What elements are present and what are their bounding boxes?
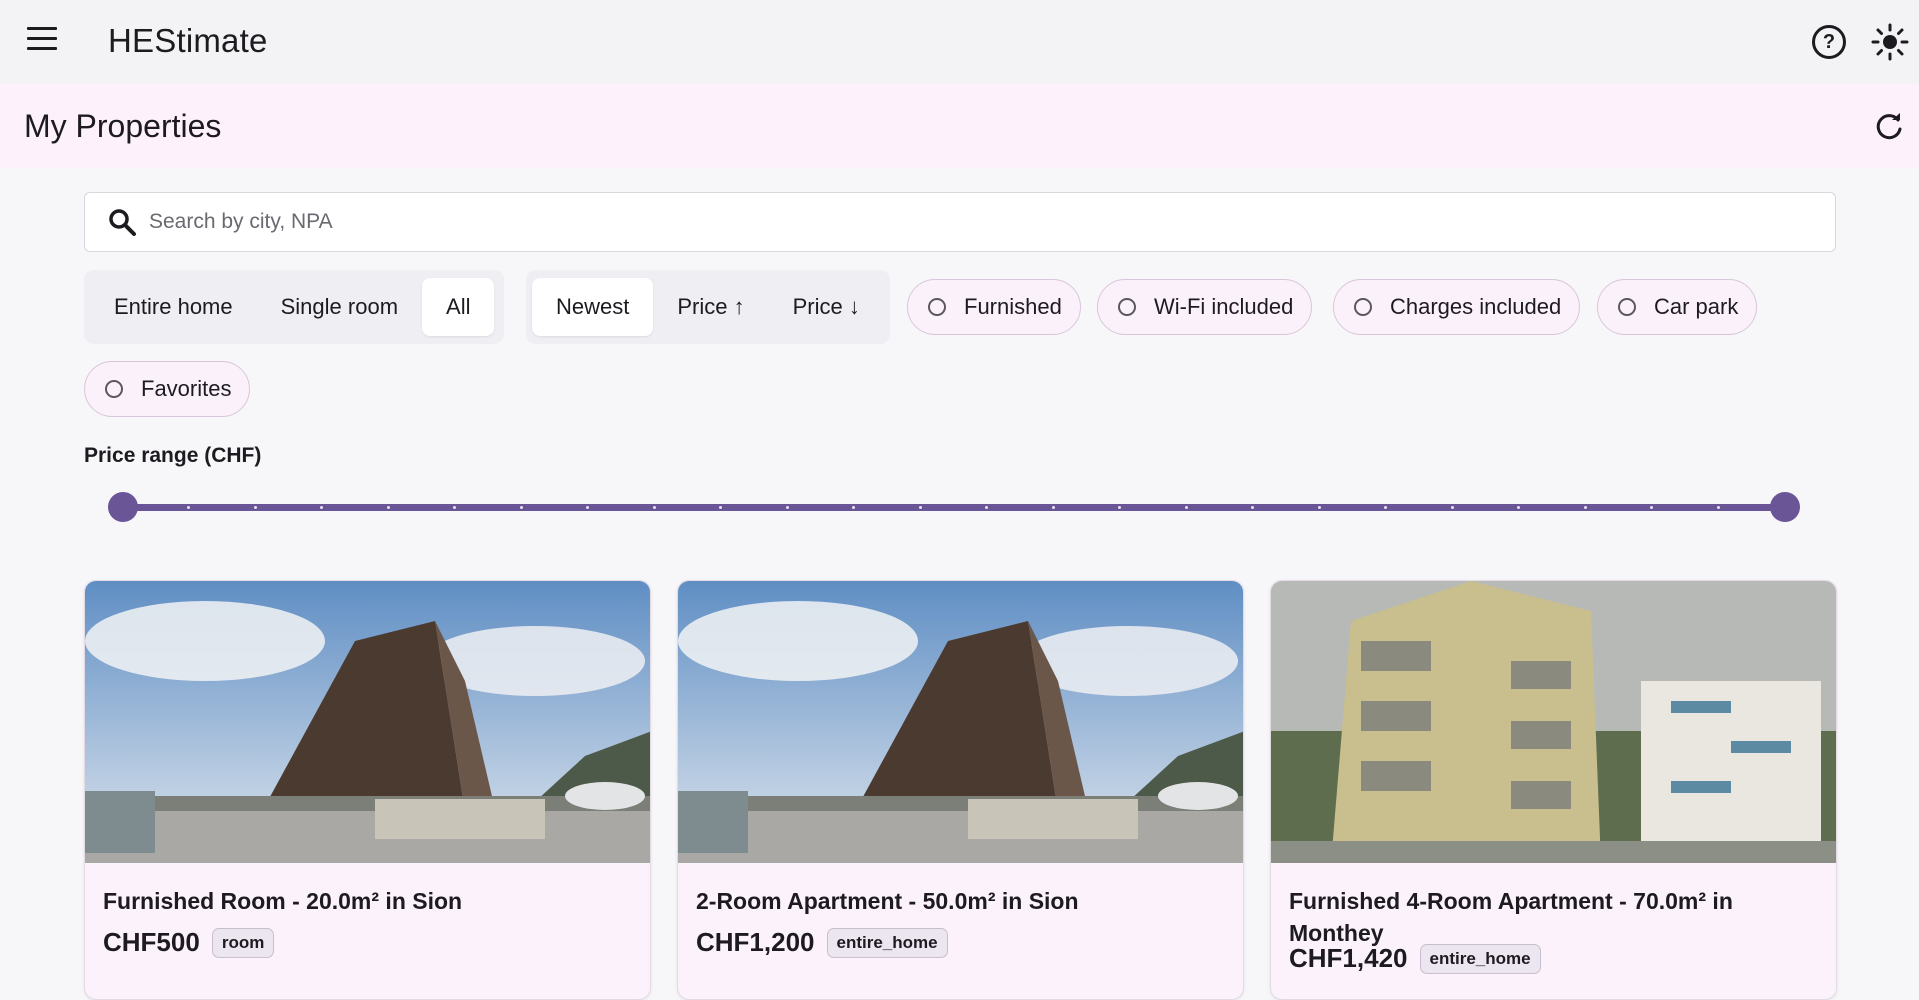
chip-car-park[interactable]: Car park: [1597, 279, 1758, 335]
chip-label: Favorites: [141, 376, 232, 401]
help-icon[interactable]: ?: [1812, 25, 1846, 59]
chip-furnished[interactable]: Furnished: [907, 279, 1081, 335]
listing-title: 2-Room Apartment - 50.0m² in Sion: [696, 888, 1079, 914]
property-photo: [85, 581, 650, 863]
property-photo: [1271, 581, 1836, 863]
listing-title: Furnished Room - 20.0m² in Sion: [103, 888, 463, 914]
slider-tick: [253, 506, 257, 509]
segment-price-desc[interactable]: Price ↓: [769, 278, 884, 336]
price-range-slider[interactable]: [108, 492, 1800, 522]
segment-newest[interactable]: Newest: [532, 278, 654, 336]
radio-icon: [1354, 298, 1372, 316]
slider-tick: [1583, 506, 1587, 509]
radio-icon: [105, 380, 123, 398]
listing-price: CHF1,200: [696, 927, 815, 957]
page-title: My Properties: [24, 108, 222, 144]
radio-icon: [1618, 298, 1636, 316]
segment-single-room[interactable]: Single room: [257, 278, 422, 336]
listing-type-badge: entire_home: [1419, 943, 1541, 974]
app-title: HEStimate: [108, 22, 268, 59]
slider-tick: [918, 506, 922, 509]
listing-type-badge: entire_home: [826, 927, 948, 958]
segment-entire-home[interactable]: Entire home: [90, 278, 257, 336]
listing-price-row: CHF1,420 entire_home: [1289, 943, 1541, 974]
price-range-label: Price range (CHF): [84, 444, 262, 467]
chip-label: Furnished: [964, 294, 1062, 319]
chip-label: Wi-Fi included: [1154, 294, 1294, 319]
sort-toggle: Newest Price ↑ Price ↓: [526, 270, 890, 344]
listing-price: CHF500: [103, 927, 200, 957]
segment-all[interactable]: All: [422, 278, 495, 336]
chip-label: Car park: [1654, 294, 1739, 319]
listing-card[interactable]: 2-Room Apartment - 50.0m² in Sion CHF1,2…: [677, 580, 1244, 1000]
search-bar: [84, 192, 1836, 252]
property-type-toggle: Entire home Single room All: [84, 270, 504, 344]
slider-tick: [1450, 506, 1454, 509]
radio-icon: [928, 298, 946, 316]
slider-tick: [519, 506, 523, 509]
page-header: My Properties: [0, 84, 1919, 168]
listing-price: CHF1,420: [1289, 943, 1408, 973]
menu-icon[interactable]: [22, 27, 62, 57]
listing-type-badge: room: [211, 927, 275, 958]
slider-tick: [1317, 506, 1321, 509]
search-input[interactable]: [149, 203, 1809, 241]
slider-thumb-max[interactable]: [1770, 492, 1800, 522]
slider-tick: [785, 506, 789, 509]
slider-tick: [652, 506, 656, 509]
chip-wifi-included[interactable]: Wi-Fi included: [1097, 279, 1313, 335]
sun-icon[interactable]: [1870, 22, 1910, 62]
radio-icon: [1118, 298, 1136, 316]
property-photo: [678, 581, 1243, 863]
slider-thumb-min[interactable]: [108, 492, 138, 522]
listing-card[interactable]: Furnished Room - 20.0m² in Sion CHF500 r…: [84, 580, 651, 1000]
listing-price-row: CHF1,200 entire_home: [696, 927, 948, 958]
chip-label: Charges included: [1390, 294, 1562, 319]
slider-tick: [1051, 506, 1055, 509]
slider-tick: [1184, 506, 1188, 509]
listing-card[interactable]: Furnished 4-Room Apartment - 70.0m² in M…: [1270, 580, 1837, 1000]
chip-favorites[interactable]: Favorites: [84, 361, 251, 417]
slider-tick: [386, 506, 390, 509]
app-bar: HEStimate ?: [0, 0, 1919, 84]
segment-price-asc[interactable]: Price ↑: [653, 278, 768, 336]
slider-track: [122, 504, 1784, 511]
chip-charges-included[interactable]: Charges included: [1333, 279, 1581, 335]
listing-title: Furnished 4-Room Apartment - 70.0m² in M…: [1289, 888, 1733, 946]
listing-price-row: CHF500 room: [103, 927, 275, 958]
search-icon: [109, 209, 136, 236]
refresh-icon[interactable]: [1872, 110, 1906, 144]
slider-tick: [1716, 506, 1720, 509]
